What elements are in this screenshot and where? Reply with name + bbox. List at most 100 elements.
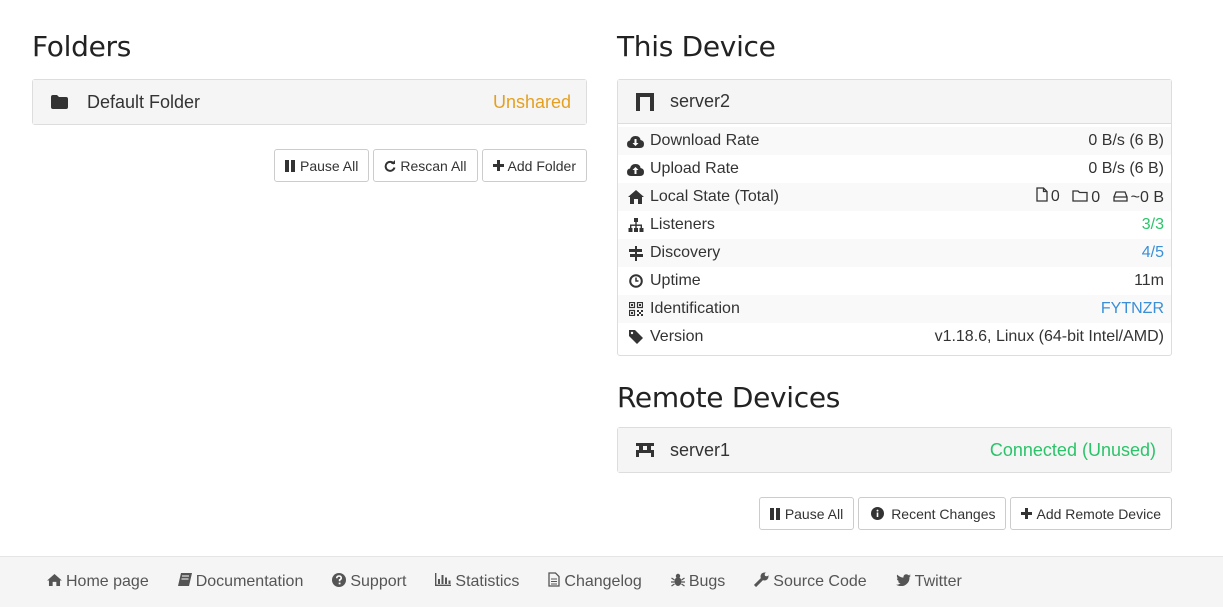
discovery-label: Discovery <box>650 244 721 261</box>
pause-all-folders-button[interactable]: Pause All <box>273 149 370 182</box>
add-folder-label: Add Folder <box>507 157 576 174</box>
version-label: Version <box>650 328 704 345</box>
footer-changelog-label: Changelog <box>564 573 642 590</box>
recent-changes-button[interactable]: Recent Changes <box>858 497 1007 530</box>
add-remote-device-label: Add Remote Device <box>1036 505 1161 522</box>
remote-device-heading-bar[interactable]: server1 Connected (Unused) <box>618 428 1171 472</box>
download-rate-value: 0 B/s (6 B) <box>1088 132 1164 149</box>
plus-icon <box>1021 508 1033 519</box>
upload-rate-value: 0 B/s (6 B) <box>1088 160 1164 177</box>
sitemap-icon <box>627 218 644 232</box>
footer-documentation-label: Documentation <box>195 573 304 590</box>
identification-row: Identification FYTNZR <box>618 295 1171 323</box>
plus-icon <box>492 160 504 171</box>
discovery-value[interactable]: 4/5 <box>1142 244 1164 262</box>
remote-device-panel[interactable]: server1 Connected (Unused) <box>617 427 1172 473</box>
hdd-icon <box>1112 189 1128 207</box>
local-size-value: ~0 B <box>1130 189 1164 206</box>
folder-panel[interactable]: Default Folder Unshared <box>32 79 587 125</box>
local-state-value: 0 0 ~0 B <box>1028 187 1164 207</box>
tag-icon <box>627 330 644 344</box>
folder-icon <box>51 95 68 109</box>
folders-section: Folders Default Folder Unshared Pause Al… <box>32 30 587 182</box>
add-folder-button[interactable]: Add Folder <box>481 149 587 182</box>
qrcode-icon <box>627 302 644 316</box>
folder-open-icon <box>1072 189 1088 207</box>
this-device-table: Download Rate 0 B/s (6 B) Upload Rate 0 … <box>618 124 1171 355</box>
upload-rate-label: Upload Rate <box>650 160 739 177</box>
rescan-all-button[interactable]: Rescan All <box>373 149 478 182</box>
listeners-value[interactable]: 3/3 <box>1142 216 1164 234</box>
listeners-row: Listeners 3/3 <box>618 211 1171 239</box>
home-icon <box>627 190 644 204</box>
local-state-row: Local State (Total) 0 0 ~0 B <box>618 183 1171 211</box>
uptime-row: Uptime 11m <box>618 267 1171 295</box>
file-icon <box>1036 187 1048 207</box>
pause-all-label: Pause All <box>299 157 359 174</box>
footer-statistics-label: Statistics <box>455 573 520 590</box>
this-device-heading: This Device <box>617 30 776 63</box>
listeners-label: Listeners <box>650 216 715 233</box>
local-dirs: 0 <box>1072 189 1100 207</box>
pause-all-devices-button[interactable]: Pause All <box>758 497 855 530</box>
uptime-label: Uptime <box>650 272 701 289</box>
bug-icon <box>670 573 685 592</box>
rescan-all-label: Rescan All <box>400 157 467 174</box>
info-circle-icon <box>871 507 885 520</box>
folder-status: Unshared <box>492 91 571 112</box>
download-rate-row: Download Rate 0 B/s (6 B) <box>618 127 1171 155</box>
question-circle-icon <box>332 572 347 592</box>
discovery-row: Discovery 4/5 <box>618 239 1171 267</box>
cloud-download-icon <box>627 135 644 148</box>
footer-support-label: Support <box>350 573 407 590</box>
signpost-icon <box>627 245 644 261</box>
footer-home-label: Home page <box>66 573 149 590</box>
footer-link-documentation[interactable]: Documentation <box>177 573 304 591</box>
identification-value[interactable]: FYTNZR <box>1101 300 1164 318</box>
local-size: ~0 B <box>1112 189 1164 207</box>
file-text-icon <box>548 572 561 592</box>
download-rate-label: Download Rate <box>650 132 760 149</box>
twitter-icon <box>895 573 911 591</box>
pause-icon <box>769 507 781 520</box>
footer-link-twitter[interactable]: Twitter <box>895 573 962 591</box>
local-files-count: 0 <box>1050 188 1060 205</box>
footer-link-changelog[interactable]: Changelog <box>548 572 642 592</box>
cloud-upload-icon <box>627 163 644 176</box>
pause-icon <box>284 159 296 172</box>
uptime-value: 11m <box>1134 272 1164 289</box>
this-device-name: server2 <box>670 91 731 111</box>
remote-device-buttons: Pause All Recent Changes Add Remote Devi… <box>617 497 1172 530</box>
remote-device-name: server1 <box>670 439 731 460</box>
footer-link-bugs[interactable]: Bugs <box>670 573 725 592</box>
footer-source-code-label: Source Code <box>773 573 867 590</box>
folder-panel-heading[interactable]: Default Folder Unshared <box>33 80 586 124</box>
this-device-heading-bar[interactable]: server2 <box>618 80 1171 124</box>
footer-link-source-code[interactable]: Source Code <box>754 572 867 592</box>
home-icon <box>47 573 62 591</box>
device-identicon <box>636 443 654 457</box>
wrench-icon <box>754 572 769 592</box>
folder-name: Default Folder <box>87 91 201 112</box>
footer-link-support[interactable]: Support <box>332 572 407 592</box>
folder-buttons: Pause All Rescan All Add Folder <box>32 149 587 182</box>
recent-changes-label: Recent Changes <box>891 505 996 522</box>
pause-all-devices-label: Pause All <box>784 505 844 522</box>
upload-rate-row: Upload Rate 0 B/s (6 B) <box>618 155 1171 183</box>
footer-link-home[interactable]: Home page <box>47 573 149 591</box>
device-identicon <box>636 92 654 111</box>
clock-icon <box>627 274 644 288</box>
local-files: 0 <box>1036 187 1060 207</box>
add-remote-device-button[interactable]: Add Remote Device <box>1010 497 1172 530</box>
remote-device-status: Connected (Unused) <box>989 439 1156 460</box>
footer-link-statistics[interactable]: Statistics <box>435 573 519 591</box>
refresh-icon <box>384 159 396 172</box>
this-device-panel: server2 Download Rate 0 B/s (6 B) Upload… <box>617 79 1172 356</box>
version-value: v1.18.6, Linux (64-bit Intel/AMD) <box>934 328 1164 345</box>
footer-bar: Home page Documentation Support Statisti… <box>0 556 1223 607</box>
book-icon <box>177 573 192 591</box>
local-state-label: Local State (Total) <box>650 188 779 205</box>
footer-twitter-label: Twitter <box>914 573 962 590</box>
version-row: Version v1.18.6, Linux (64-bit Intel/AMD… <box>618 323 1171 351</box>
bar-chart-icon <box>435 573 452 591</box>
